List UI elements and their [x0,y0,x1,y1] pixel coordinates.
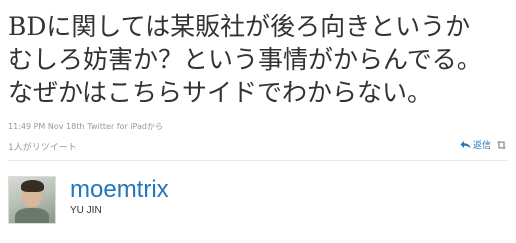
author-block: moemtrix YU JIN [8,176,169,224]
tweet-timestamp-link[interactable]: 11:49 PM Nov 18th [8,122,84,131]
tweet-source-suffix: から [147,122,163,131]
retweet-count[interactable]: 1人がリツイート [8,140,77,153]
tweet-text-line: BDに関しては某販社が後ろ向きというか [8,12,471,41]
author-screen-name-link[interactable]: moemtrix [70,177,169,203]
tweet-meta: 11:49 PM Nov 18th Twitter for iPadから [8,121,166,132]
avatar[interactable] [8,176,56,224]
tweet-actions: 返信 [460,138,508,151]
author-names: moemtrix YU JIN [70,177,169,217]
retweet-icon [495,140,508,150]
reply-icon [460,140,471,149]
author-full-name: YU JIN [70,205,102,216]
tweet-text-line: なぜかはこちらサイドでわからない。 [8,78,433,107]
tweet-source-link[interactable]: Twitter for iPad [87,122,147,131]
retweet-button[interactable] [495,140,508,150]
reply-label: 返信 [472,141,491,151]
divider [8,160,508,161]
reply-button[interactable]: 返信 [460,138,491,151]
tweet-text-line: むしろ妨害か？という事情がからんでる。 [8,45,482,74]
tweet-text: BDに関しては某販社が後ろ向きというか むしろ妨害か？という事情がからんでる。 … [8,10,512,109]
